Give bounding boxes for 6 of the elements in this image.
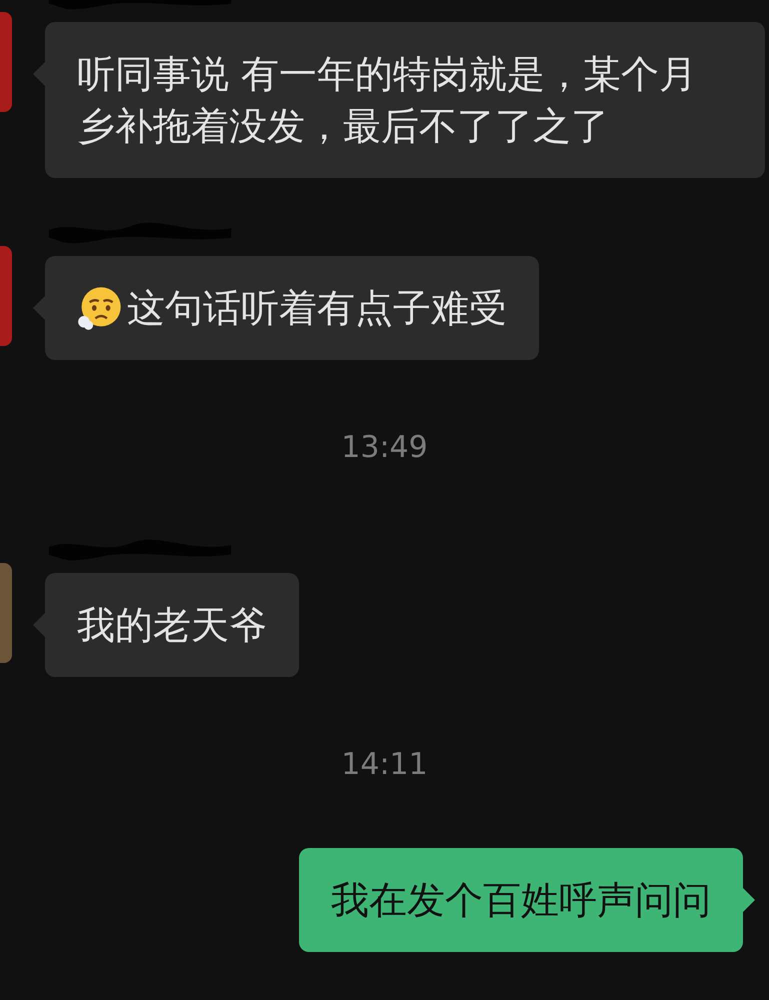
timestamp: 13:49 <box>341 430 428 465</box>
message-text: 听同事说 有一年的特岗就是，某个月乡补拖着没发，最后不了了之了 <box>77 51 698 150</box>
message-text: 我在发个百姓呼声问问 <box>331 877 711 924</box>
message-text: 这句话听着有点子难受 <box>127 285 507 332</box>
message-text: 我的老天爷 <box>77 602 267 649</box>
timestamp: 14:11 <box>341 747 428 782</box>
